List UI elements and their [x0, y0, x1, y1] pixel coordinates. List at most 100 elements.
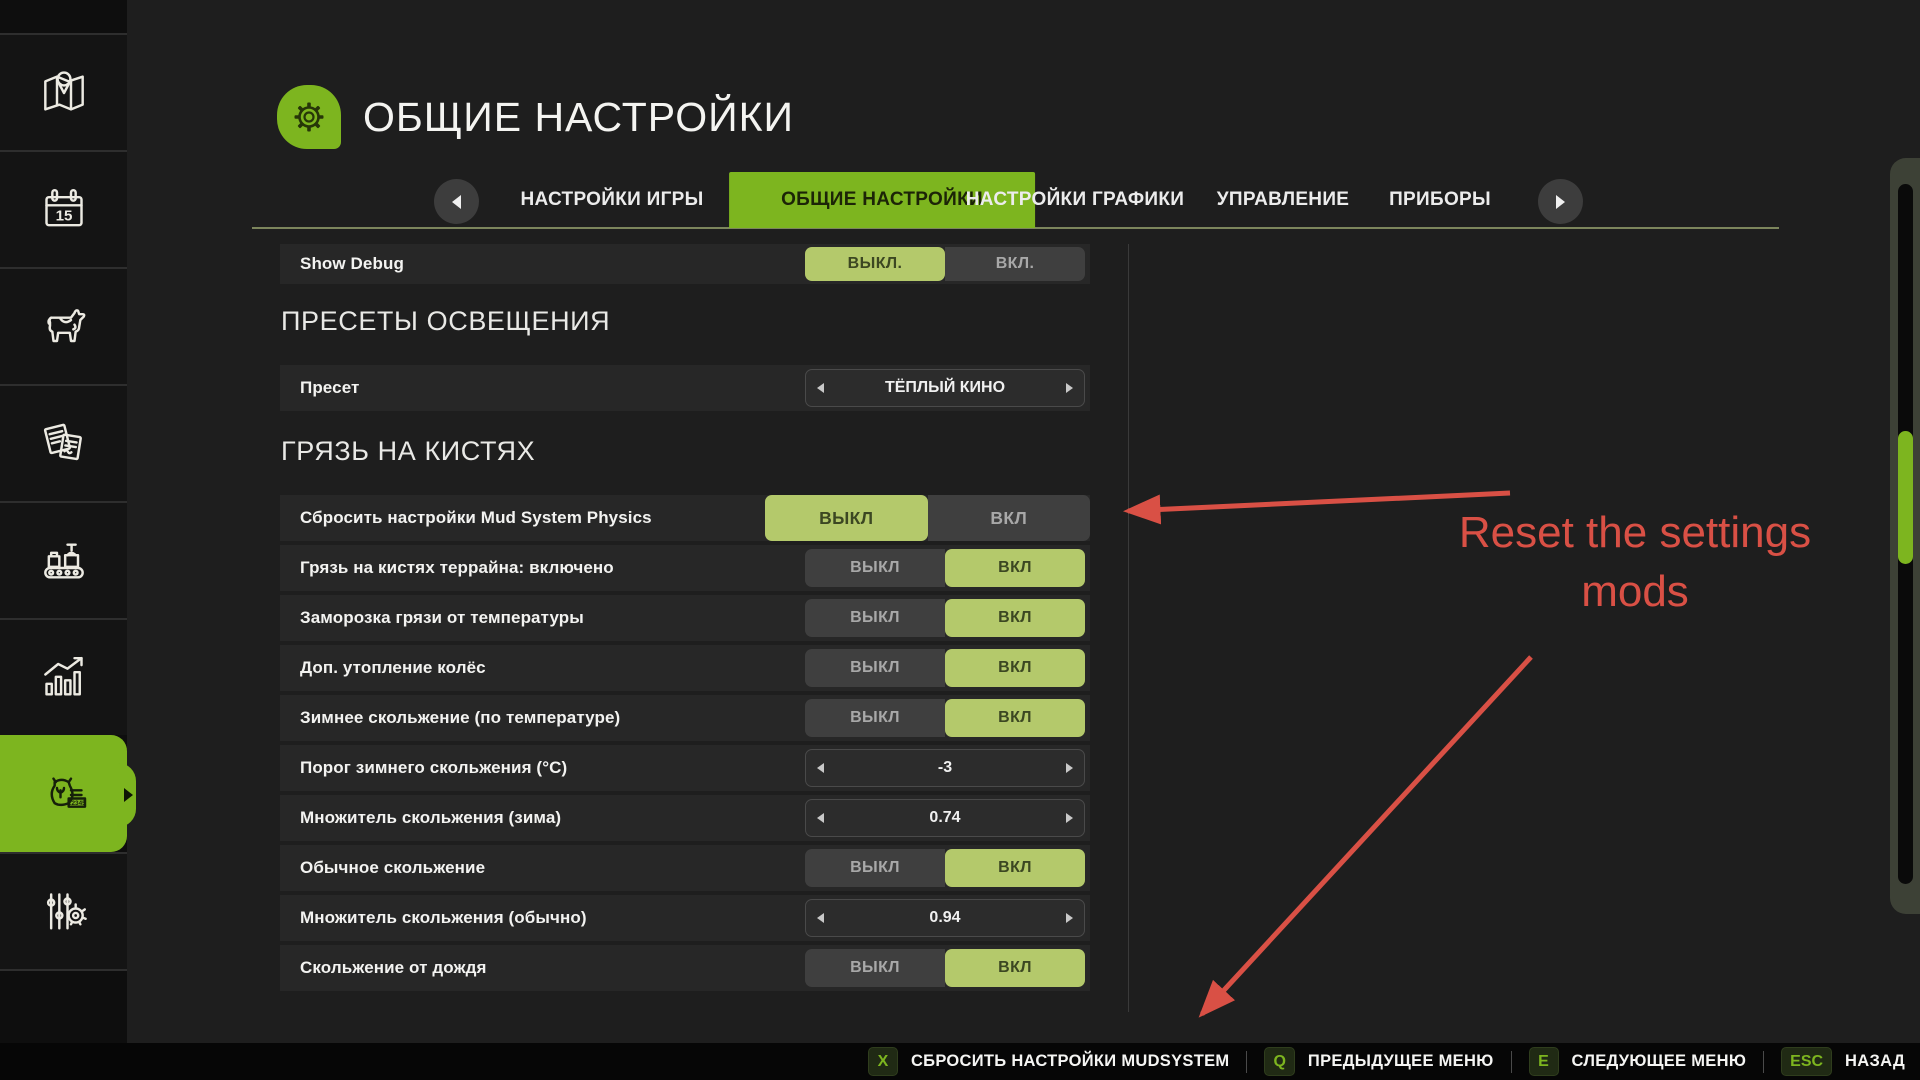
setting-row-winter-slip-threshold[interactable]: Порог зимнего скольжения (°C) -3 — [280, 745, 1090, 791]
setting-row-preset[interactable]: Пресет ТЁПЛЫЙ КИНО — [280, 365, 1090, 411]
sidebar-item-calendar[interactable]: 15 — [0, 150, 127, 267]
setting-row-winter-slip-multiplier[interactable]: Множитель скольжения (зима) 0.74 — [280, 795, 1090, 841]
mud-freeze-toggle[interactable]: ВЫКЛ ВКЛ — [805, 599, 1085, 637]
setting-label: Порог зимнего скольжения (°C) — [300, 758, 567, 778]
setting-label: Грязь на кистях террайна: включено — [300, 558, 614, 578]
selected-pointer-icon — [124, 788, 133, 802]
toggle-on-button[interactable]: ВКЛ — [945, 849, 1085, 887]
tabs-next-button[interactable] — [1538, 179, 1583, 224]
hint-previous-menu[interactable]: Q ПРЕДЫДУЩЕЕ МЕНЮ — [1264, 1047, 1493, 1076]
wheel-sink-toggle[interactable]: ВЫКЛ ВКЛ — [805, 649, 1085, 687]
toggle-on-button[interactable]: ВКЛ — [945, 949, 1085, 987]
hotbar-separator — [1246, 1051, 1247, 1073]
scrollbar-track[interactable] — [1898, 184, 1913, 884]
settings-sliders-icon — [36, 884, 92, 940]
prices-icon: 12345 — [36, 767, 92, 823]
chevron-left-icon — [452, 195, 461, 209]
chevron-right-icon — [1556, 195, 1565, 209]
toggle-on-button[interactable]: ВКЛ — [945, 549, 1085, 587]
selector-value: 0.94 — [806, 909, 1084, 927]
sidebar-item-contracts[interactable] — [0, 384, 127, 501]
sidebar-item-game-settings[interactable] — [0, 852, 127, 969]
scrollbar-thumb[interactable] — [1898, 431, 1913, 564]
toggle-off-button[interactable]: ВЫКЛ — [805, 549, 945, 587]
terrain-mud-toggle[interactable]: ВЫКЛ ВКЛ — [805, 549, 1085, 587]
scrollbar[interactable] — [1890, 158, 1920, 914]
setting-label: Доп. утопление колёс — [300, 658, 486, 678]
setting-label: Обычное скольжение — [300, 858, 485, 878]
winter-slip-toggle[interactable]: ВЫКЛ ВКЛ — [805, 699, 1085, 737]
column-divider — [1128, 244, 1129, 1012]
sidebar-item-statistics[interactable] — [0, 618, 127, 735]
hint-label: СЛЕДУЮЩЕЕ МЕНЮ — [1572, 1052, 1747, 1071]
toggle-on-button[interactable]: ВКЛ. — [945, 247, 1085, 281]
hint-label: ПРЕДЫДУЩЕЕ МЕНЮ — [1308, 1052, 1494, 1071]
toggle-off-button[interactable]: ВЫКЛ — [805, 599, 945, 637]
selector-value: 0.74 — [806, 809, 1084, 827]
selector-value: ТЁПЛЫЙ КИНО — [806, 379, 1084, 397]
winter-threshold-selector[interactable]: -3 — [805, 749, 1085, 787]
toggle-off-button[interactable]: ВЫКЛ — [805, 649, 945, 687]
setting-row-winter-slip[interactable]: Зимнее скольжение (по температуре) ВЫКЛ … — [280, 695, 1090, 741]
show-debug-toggle[interactable]: ВЫКЛ. ВКЛ. — [805, 247, 1085, 281]
setting-row-terrain-mud[interactable]: Грязь на кистях террайна: включено ВЫКЛ … — [280, 545, 1090, 591]
toggle-off-button[interactable]: ВЫКЛ — [805, 949, 945, 987]
mud-reset-toggle[interactable]: ВЫКЛ ВКЛ — [765, 495, 1090, 541]
section-title-lighting-presets: ПРЕСЕТЫ ОСВЕЩЕНИЯ — [281, 306, 610, 337]
svg-text:12345: 12345 — [67, 800, 85, 807]
toggle-on-button[interactable]: ВКЛ — [945, 699, 1085, 737]
setting-row-mud-freeze[interactable]: Заморозка грязи от температуры ВЫКЛ ВКЛ — [280, 595, 1090, 641]
setting-row-wheel-sink[interactable]: Доп. утопление колёс ВЫКЛ ВКЛ — [280, 645, 1090, 691]
tab-controls[interactable]: УПРАВЛЕНИЕ — [1217, 172, 1350, 228]
toggle-on-button[interactable]: ВКЛ — [928, 495, 1091, 541]
normal-slip-toggle[interactable]: ВЫКЛ ВКЛ — [805, 849, 1085, 887]
key-badge-e: E — [1529, 1047, 1559, 1076]
sidebar-item-prices[interactable]: 12345 — [0, 735, 127, 852]
page-title: ОБЩИЕ НАСТРОЙКИ — [363, 85, 794, 149]
toggle-on-button[interactable]: ВКЛ — [945, 599, 1085, 637]
tab-game-settings[interactable]: НАСТРОЙКИ ИГРЫ — [520, 172, 703, 228]
setting-row-normal-slip[interactable]: Обычное скольжение ВЫКЛ ВКЛ — [280, 845, 1090, 891]
setting-row-rain-slip[interactable]: Скольжение от дождя ВЫКЛ ВКЛ — [280, 945, 1090, 991]
hotbar-separator — [1763, 1051, 1764, 1073]
sidebar-divider — [0, 969, 127, 971]
rain-slip-toggle[interactable]: ВЫКЛ ВКЛ — [805, 949, 1085, 987]
setting-label: Заморозка грязи от температуры — [300, 608, 584, 628]
setting-label: Пресет — [300, 378, 359, 398]
setting-label: Множитель скольжения (зима) — [300, 808, 561, 828]
sidebar-item-animals[interactable] — [0, 267, 127, 384]
section-title-mud-on-brushes: ГРЯЗЬ НА КИСТЯХ — [281, 436, 535, 467]
setting-row-mud-reset[interactable]: Сбросить настройки Mud System Physics ВЫ… — [280, 495, 1090, 541]
toggle-off-button[interactable]: ВЫКЛ. — [805, 247, 945, 281]
toggle-off-button[interactable]: ВЫКЛ — [805, 849, 945, 887]
hint-reset-mudsystem[interactable]: X СБРОСИТЬ НАСТРОЙКИ MUDSYSTEM — [868, 1047, 1230, 1076]
gear-icon — [289, 97, 329, 137]
tabs-prev-button[interactable] — [434, 179, 479, 224]
normal-multiplier-selector[interactable]: 0.94 — [805, 899, 1085, 937]
statistics-icon — [36, 650, 92, 706]
setting-row-normal-slip-multiplier[interactable]: Множитель скольжения (обычно) 0.94 — [280, 895, 1090, 941]
hint-label: НАЗАД — [1845, 1052, 1905, 1071]
selector-value: -3 — [806, 759, 1084, 777]
hint-back[interactable]: ESC НАЗАД — [1781, 1047, 1905, 1076]
production-icon — [36, 533, 92, 589]
annotation-text: Reset the settings mods — [1400, 503, 1870, 622]
setting-label: Сбросить настройки Mud System Physics — [300, 508, 652, 528]
preset-selector[interactable]: ТЁПЛЫЙ КИНО — [805, 369, 1085, 407]
tab-devices[interactable]: ПРИБОРЫ — [1389, 172, 1491, 228]
setting-label: Show Debug — [300, 254, 404, 274]
key-badge-q: Q — [1264, 1047, 1294, 1076]
toggle-off-button[interactable]: ВЫКЛ — [805, 699, 945, 737]
setting-label: Множитель скольжения (обычно) — [300, 908, 587, 928]
tab-graphics-settings[interactable]: НАСТРОЙКИ ГРАФИКИ — [966, 172, 1184, 228]
sidebar-item-production[interactable] — [0, 501, 127, 618]
winter-multiplier-selector[interactable]: 0.74 — [805, 799, 1085, 837]
setting-row-show-debug[interactable]: Show Debug ВЫКЛ. ВКЛ. — [280, 244, 1090, 284]
toggle-off-button[interactable]: ВЫКЛ — [765, 495, 928, 541]
sidebar-item-map[interactable] — [0, 33, 127, 150]
setting-label: Скольжение от дождя — [300, 958, 487, 978]
toggle-on-button[interactable]: ВКЛ — [945, 649, 1085, 687]
cow-icon — [36, 299, 92, 355]
key-badge-esc: ESC — [1781, 1047, 1832, 1076]
hint-next-menu[interactable]: E СЛЕДУЮЩЕЕ МЕНЮ — [1529, 1047, 1747, 1076]
